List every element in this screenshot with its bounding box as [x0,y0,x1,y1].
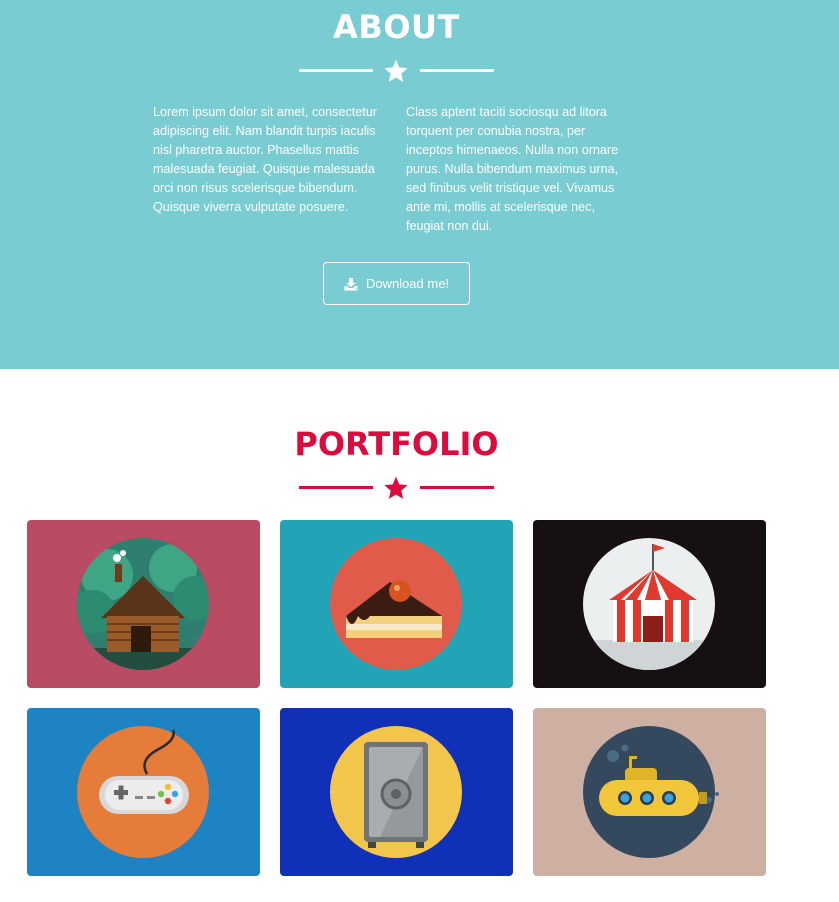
divider-line-left [299,486,373,489]
safe-icon [330,726,462,858]
download-icon [344,277,358,290]
cabin-icon [77,538,209,670]
star-icon [384,59,408,82]
about-section: ABOUT Lorem ipsum dolor sit amet, consec… [0,0,839,369]
portfolio-item-cake[interactable] [280,520,513,688]
divider-line-right [420,69,494,72]
portfolio-title: PORTFOLIO [294,425,499,463]
portfolio-divider [299,475,494,501]
portfolio-item-submarine[interactable] [533,708,766,876]
submarine-icon [583,726,719,858]
about-divider [299,58,494,84]
portfolio-item-circus-tent[interactable] [533,520,766,688]
portfolio-item-safe[interactable] [280,708,513,876]
divider-line-left [299,69,373,72]
portfolio-item-game-controller[interactable] [27,708,260,876]
star-icon [384,476,408,499]
about-text-left: Lorem ipsum dolor sit amet, consectetur … [153,105,377,214]
download-button[interactable]: Download me! [323,262,470,305]
divider-line-right [420,486,494,489]
download-button-label: Download me! [365,276,450,291]
cake-icon [330,538,462,670]
game-controller-icon [77,726,209,858]
circus-tent-icon [583,538,715,670]
portfolio-item-cabin[interactable] [27,520,260,688]
about-text-right: Class aptent taciti sociosqu ad litora t… [406,105,619,233]
about-title: ABOUT [333,8,460,46]
